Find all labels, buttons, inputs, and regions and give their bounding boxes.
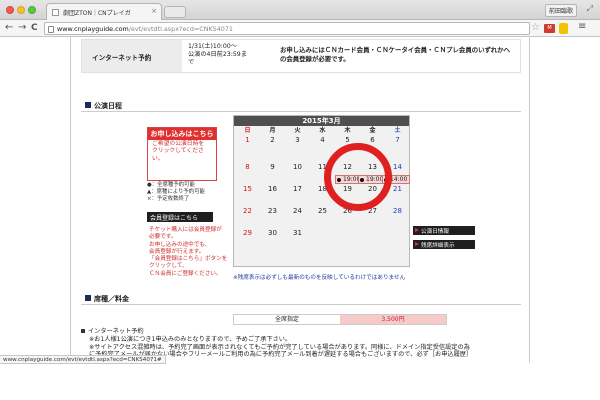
calendar-day: 9 xyxy=(270,163,275,171)
calendar-day: 4 xyxy=(320,136,325,144)
weekday-label: 火 xyxy=(294,127,301,134)
price-table: 全席指定 3,500円 xyxy=(233,314,447,325)
tab-close-icon[interactable]: × xyxy=(151,7,157,15)
calendar-day: 23 xyxy=(268,207,277,215)
calendar-day: 3 xyxy=(295,136,300,144)
calendar-day: 10 xyxy=(293,163,302,171)
divider xyxy=(81,111,521,112)
weekday-label: 木 xyxy=(344,127,351,134)
note-line: 必要です。 xyxy=(149,234,177,241)
calendar-note: ※残席表示は必ずしも最新のものを反映しているわけではありません xyxy=(233,275,406,281)
weekday-label: 金 xyxy=(369,127,376,134)
internet-booking-label: インターネット予約 xyxy=(82,40,182,72)
apply-line: クリックしてください。 xyxy=(152,148,204,162)
calendar-day: 15 xyxy=(243,185,252,193)
tab-title: 劇団ZTON｜CNプレイガ xyxy=(63,10,131,17)
gmail-extension-icon[interactable]: M xyxy=(544,24,555,33)
weekday-label: 水 xyxy=(319,127,326,134)
maximize-window-icon[interactable] xyxy=(28,6,36,14)
url-path: /evt/evtdtl.aspx?ecd=CNKS4071 xyxy=(128,25,233,33)
section-square-icon xyxy=(85,295,91,301)
register-button[interactable]: 会員登録はこちら xyxy=(147,212,213,222)
desktop-background xyxy=(0,364,600,400)
highlight-circle xyxy=(324,143,392,211)
calendar-day: 8 xyxy=(245,163,250,171)
page-icon xyxy=(48,26,54,33)
note-line: クリックして、 xyxy=(149,263,188,270)
calendar-day: 16 xyxy=(268,185,277,193)
close-window-icon[interactable] xyxy=(6,6,14,14)
forward-arrow-icon[interactable]: → xyxy=(18,22,26,34)
pricing-heading: 席種／料金 xyxy=(85,294,129,304)
weekday-label: 日 xyxy=(244,127,251,134)
legend-item: ×：予定枚数終了 xyxy=(147,196,190,203)
seat-detail-button[interactable]: 残席詳細表示 xyxy=(413,240,475,249)
notes-title: インターネット予約 xyxy=(81,328,523,336)
browser-toolbar: ← → C www.cnplayguide.com/evt/evtdtl.asp… xyxy=(0,20,600,37)
section-square-icon xyxy=(85,102,91,108)
profile-button[interactable]: 前田臨歌 xyxy=(544,4,577,17)
browser-tab[interactable]: 劇団ZTON｜CNプレイガ × xyxy=(46,3,162,20)
fullscreen-icon[interactable]: ⤢ xyxy=(587,4,593,14)
calendar-day: 30 xyxy=(268,229,277,237)
extension-icon[interactable] xyxy=(559,23,568,34)
apply-header: お申し込みはこちら xyxy=(148,128,216,140)
status-bar: www.cnplayguide.com/evt/evtdtl.aspx?ecd=… xyxy=(0,355,166,364)
internet-booking-period: 1/31(土)10:00～ 公演の4日前23:59ま で xyxy=(188,43,274,67)
calendar-day: 28 xyxy=(393,207,402,215)
period-line: 1/31(土)10:00～ xyxy=(188,43,237,50)
browser-window: 劇団ZTON｜CNプレイガ × 前田臨歌 ⤢ ← → C www.cnplayg… xyxy=(0,0,600,400)
calendar-day: 24 xyxy=(293,207,302,215)
performance-info-button[interactable]: 公演日情報 xyxy=(413,226,475,235)
menu-icon[interactable]: ≡ xyxy=(578,21,586,32)
address-bar[interactable]: www.cnplayguide.com/evt/evtdtl.aspx?ecd=… xyxy=(44,22,530,35)
bullet-icon xyxy=(81,329,85,333)
internet-booking-row: インターネット予約 1/31(土)10:00～ 公演の4日前23:59ま で お… xyxy=(81,39,521,73)
calendar-day: 17 xyxy=(293,185,302,193)
availability-legend: ●：全席種予約可能 ▲：席種により予約可能 ×：予定枚数終了 xyxy=(147,182,205,204)
calendar-day: 25 xyxy=(318,207,327,215)
apply-instructions: ご希望の公演日時を クリックしてください。 xyxy=(148,140,216,164)
calendar-month: 2015年3月 xyxy=(234,116,409,126)
site-content: インターネット予約 1/31(土)10:00～ 公演の4日前23:59ま で お… xyxy=(70,37,530,363)
favicon-icon xyxy=(52,9,59,16)
minimize-window-icon[interactable] xyxy=(17,6,25,14)
weekday-label: 土 xyxy=(394,127,401,134)
membership-note: お申し込みにはＣＮカード会員・ＣＮケータイ会員・ＣＮプレ会員のいずれかへの会員登… xyxy=(280,46,511,63)
calendar-day: 22 xyxy=(243,207,252,215)
weekday-label: 月 xyxy=(269,127,276,134)
url-host: www.cnplayguide.com xyxy=(57,25,129,33)
divider xyxy=(81,304,521,305)
back-arrow-icon[interactable]: ← xyxy=(5,22,13,34)
new-tab-button[interactable] xyxy=(164,6,186,18)
calendar-day: 7 xyxy=(395,136,400,144)
period-line: 公演の4日前23:59ま xyxy=(188,51,247,58)
calendar-day: 1 xyxy=(245,136,250,144)
seat-price: 3,500円 xyxy=(340,315,446,324)
note-line: お申し込みの途中でも、 xyxy=(149,241,211,248)
note-line: ※お1人様1公演につき1申込みのみとなりますので、予めご了承下さい。 xyxy=(89,335,292,343)
calendar-day: 2 xyxy=(270,136,275,144)
calendar-day: 31 xyxy=(293,229,302,237)
calendar-day: 29 xyxy=(243,229,252,237)
note-line: ＣＮ会員にご登録ください。 xyxy=(149,270,222,277)
seat-type: 全席指定 xyxy=(234,315,340,324)
performance-time: 14:00 xyxy=(390,176,408,183)
register-note: チケット購入には会員登録が 必要です。 お申し込みの途中でも、 会員登録が行えま… xyxy=(149,227,231,278)
period-line: で xyxy=(188,59,195,66)
reload-icon[interactable]: C xyxy=(31,22,38,34)
schedule-heading: 公演日程 xyxy=(85,101,122,111)
tab-bar: 劇団ZTON｜CNプレイガ × 前田臨歌 ⤢ xyxy=(0,0,600,20)
apply-box: お申し込みはこちら ご希望の公演日時を クリックしてください。 xyxy=(147,127,217,181)
page-viewport: インターネット予約 1/31(土)10:00～ 公演の4日前23:59ま で お… xyxy=(0,37,600,363)
bookmark-star-icon[interactable]: ☆ xyxy=(531,22,540,33)
